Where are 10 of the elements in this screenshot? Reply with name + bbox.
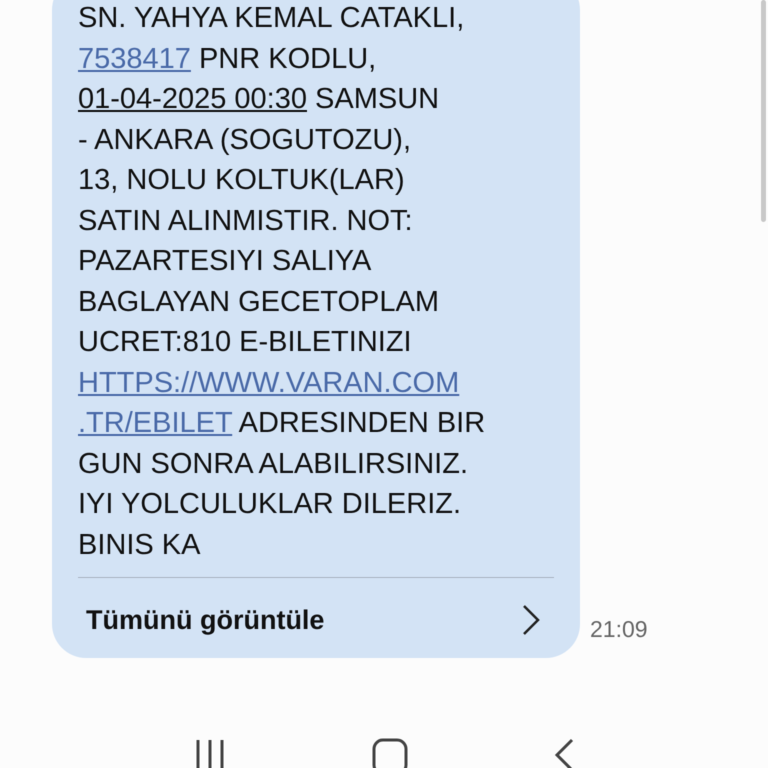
back-icon[interactable]	[553, 736, 576, 768]
link[interactable]: HTTPS://WWW.VARAN.COM	[78, 366, 460, 398]
link[interactable]: .TR/EBILET	[78, 407, 232, 439]
date-link[interactable]: 01-04-2025 00:30	[78, 83, 307, 115]
view-all-button[interactable]: Tümünü görüntüle	[78, 592, 554, 648]
link[interactable]: 7538417	[78, 42, 191, 74]
message-time: 21:09	[590, 614, 648, 644]
message-text: SN. YAHYA KEMAL CATAKLI, 7538417 PNR KODLU, 01-04-2025 00:30 SAMSUN - ANKARA (SOGUTOZU), 13, NOLU KOLTUK(LAR) SATIN ALINMISTIR. NOT: PAZARTESIYI SALIYA BAGLAYAN GECETOPLAM UCRET:810 E-BILETINIZI HTTPS://WWW.VARAN.COM .TR/EBILET ADRESINDEN BIR GUN SONRA ALABILIRSINIZ. IYI YOLCULUKLAR DILERIZ. BINIS KA	[78, 1, 486, 562]
home-icon[interactable]	[372, 736, 408, 768]
chevron-right-icon	[522, 604, 540, 636]
